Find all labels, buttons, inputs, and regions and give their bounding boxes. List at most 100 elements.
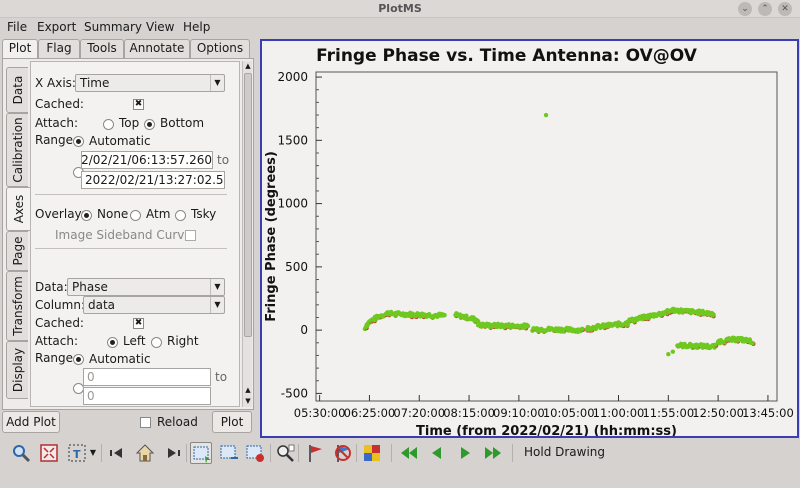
mark-regions-icon[interactable]	[190, 442, 212, 464]
side-tab-calibration-label: Calibration	[10, 117, 25, 183]
y-tick-label: 500	[285, 260, 308, 274]
y-range-automatic-radio[interactable]	[73, 354, 84, 365]
side-tab-display[interactable]: Display	[6, 341, 28, 399]
section-divider	[35, 194, 227, 195]
sideband-label: Image Sideband Curve:	[55, 228, 196, 242]
flag-extend-icon[interactable]	[361, 442, 383, 464]
tab-flag[interactable]: Flag	[38, 39, 80, 58]
hold-drawing-label[interactable]: Hold Drawing	[524, 445, 605, 459]
x-tick-label: 09:10:00	[493, 406, 545, 420]
side-tab-axes[interactable]: Axes	[6, 187, 30, 231]
data-point	[525, 323, 531, 329]
plot-canvas[interactable]: Fringe Phase vs. Time Antenna: OV@OV -500…	[260, 39, 799, 439]
attach-left-radio[interactable]	[107, 337, 118, 348]
chevron-down-icon: ▼	[210, 279, 224, 295]
scroll-up-icon[interactable]: ▲	[243, 61, 253, 71]
side-tab-data[interactable]: Data	[6, 67, 28, 113]
y-data-select[interactable]: Phase ▼	[67, 278, 225, 296]
x-tick-label: 05:30:00	[294, 406, 346, 420]
iter-next-icon[interactable]	[454, 442, 476, 464]
sideband-checkbox[interactable]	[185, 230, 196, 241]
window-titlebar: PlotMS ⌄ ⌃ ✕	[0, 0, 800, 18]
reload-label: Reload	[157, 415, 198, 429]
tab-options[interactable]: Options	[190, 39, 250, 58]
minimize-icon[interactable]: ⌄	[738, 2, 752, 16]
unflag-icon[interactable]	[332, 442, 354, 464]
tab-tools[interactable]: Tools	[80, 39, 124, 58]
y-cached-checkbox[interactable]: ✖	[133, 318, 144, 329]
axes-scrollbar[interactable]: ▲ ▲ ▼	[242, 61, 252, 407]
tab-plot[interactable]: Plot	[2, 39, 38, 59]
scroll-down-icon[interactable]: ▼	[243, 396, 253, 406]
overlay-label: Overlay:	[35, 207, 85, 221]
subtract-regions-icon[interactable]	[218, 442, 240, 464]
x-range-to-input[interactable]: 2022/02/21/13:27:02.560	[81, 171, 225, 189]
menu-file[interactable]: File	[7, 20, 27, 34]
y-column-select-value: data	[88, 298, 116, 312]
x-axis-select-value: Time	[80, 76, 110, 90]
attach-bottom-label: Bottom	[160, 116, 205, 130]
x-tick-label: 13:45:00	[742, 406, 794, 420]
data-point	[750, 340, 755, 346]
data-point-outlier	[666, 351, 671, 357]
iter-first-icon[interactable]	[398, 442, 420, 464]
menu-bar: File Export Summary View Help	[0, 18, 800, 38]
x-cached-checkbox[interactable]: ✖	[133, 99, 144, 110]
overlay-tsky-label: Tsky	[191, 207, 217, 221]
attach-bottom-radio[interactable]	[144, 119, 155, 130]
scroll-up-icon[interactable]: ▲	[243, 385, 253, 395]
step-back-icon[interactable]	[106, 442, 128, 464]
plot-toolbar: T ▼ Hold Drawing	[0, 439, 800, 468]
x-range-from-input[interactable]: 2022/02/21/06:13:57.260	[81, 151, 213, 169]
x-range-automatic-radio[interactable]	[73, 136, 84, 147]
menu-summary[interactable]: Summary	[84, 20, 142, 34]
x-axis-select[interactable]: Time ▼	[75, 74, 225, 92]
zoom-icon[interactable]	[10, 442, 32, 464]
side-tab-page-label: Page	[10, 236, 25, 266]
y-range-to-input[interactable]: 0	[83, 387, 211, 405]
scrollbar-thumb[interactable]	[244, 73, 252, 337]
side-tab-calibration[interactable]: Calibration	[6, 113, 28, 187]
chevron-down-icon[interactable]: ▼	[88, 442, 98, 464]
iter-last-icon[interactable]	[482, 442, 504, 464]
menu-help[interactable]: Help	[183, 20, 210, 34]
y-axis-title: Fringe Phase (degrees)	[264, 151, 279, 322]
close-icon[interactable]: ✕	[778, 2, 792, 16]
fringe-phase-chart: Fringe Phase vs. Time Antenna: OV@OV -500…	[264, 46, 794, 439]
home-icon[interactable]	[134, 442, 156, 464]
reload-checkbox[interactable]	[140, 417, 151, 428]
attach-top-label: Top	[119, 116, 140, 130]
flag-icon[interactable]	[304, 442, 326, 464]
maximize-icon[interactable]: ⌃	[758, 2, 772, 16]
locate-icon[interactable]	[274, 442, 296, 464]
attach-top-radio[interactable]	[103, 119, 114, 130]
add-plot-button[interactable]: Add Plot	[2, 411, 60, 433]
iter-prev-icon[interactable]	[426, 442, 448, 464]
x-range-label: Range:	[35, 133, 78, 147]
y-tick-label: 0	[300, 323, 308, 337]
attach-left-label: Left	[123, 334, 146, 348]
fit-window-icon[interactable]	[38, 442, 60, 464]
y-column-label: Column:	[35, 298, 85, 312]
side-tab-page[interactable]: Page	[6, 231, 28, 271]
attach-right-radio[interactable]	[151, 337, 162, 348]
step-forward-icon[interactable]	[162, 442, 184, 464]
overlay-tsky-radio[interactable]	[175, 210, 186, 221]
data-point-outlier	[543, 112, 549, 118]
x-axis-label: X Axis:	[35, 76, 76, 90]
clear-regions-icon[interactable]	[244, 442, 266, 464]
plot-button[interactable]: Plot	[212, 411, 252, 433]
overlay-none-radio[interactable]	[81, 210, 92, 221]
tab-annotate[interactable]: Annotate	[124, 39, 190, 58]
overlay-atm-radio[interactable]	[130, 210, 141, 221]
y-range-from-input[interactable]: 0	[83, 368, 211, 386]
overlay-atm-label: Atm	[146, 207, 171, 221]
x-range-from-value: 2022/02/21/06:13:57.260	[81, 153, 212, 167]
menu-view[interactable]: View	[146, 20, 174, 34]
annotate-text-icon[interactable]: T	[66, 442, 88, 464]
y-column-select[interactable]: data ▼	[83, 296, 225, 314]
y-tick-label: 1500	[277, 133, 308, 147]
side-tab-transform[interactable]: Transform	[6, 271, 28, 341]
menu-export[interactable]: Export	[37, 20, 76, 34]
axes-pane: X Axis: Time ▼ Cached: ✖ Attach: Top Bot…	[30, 61, 240, 407]
